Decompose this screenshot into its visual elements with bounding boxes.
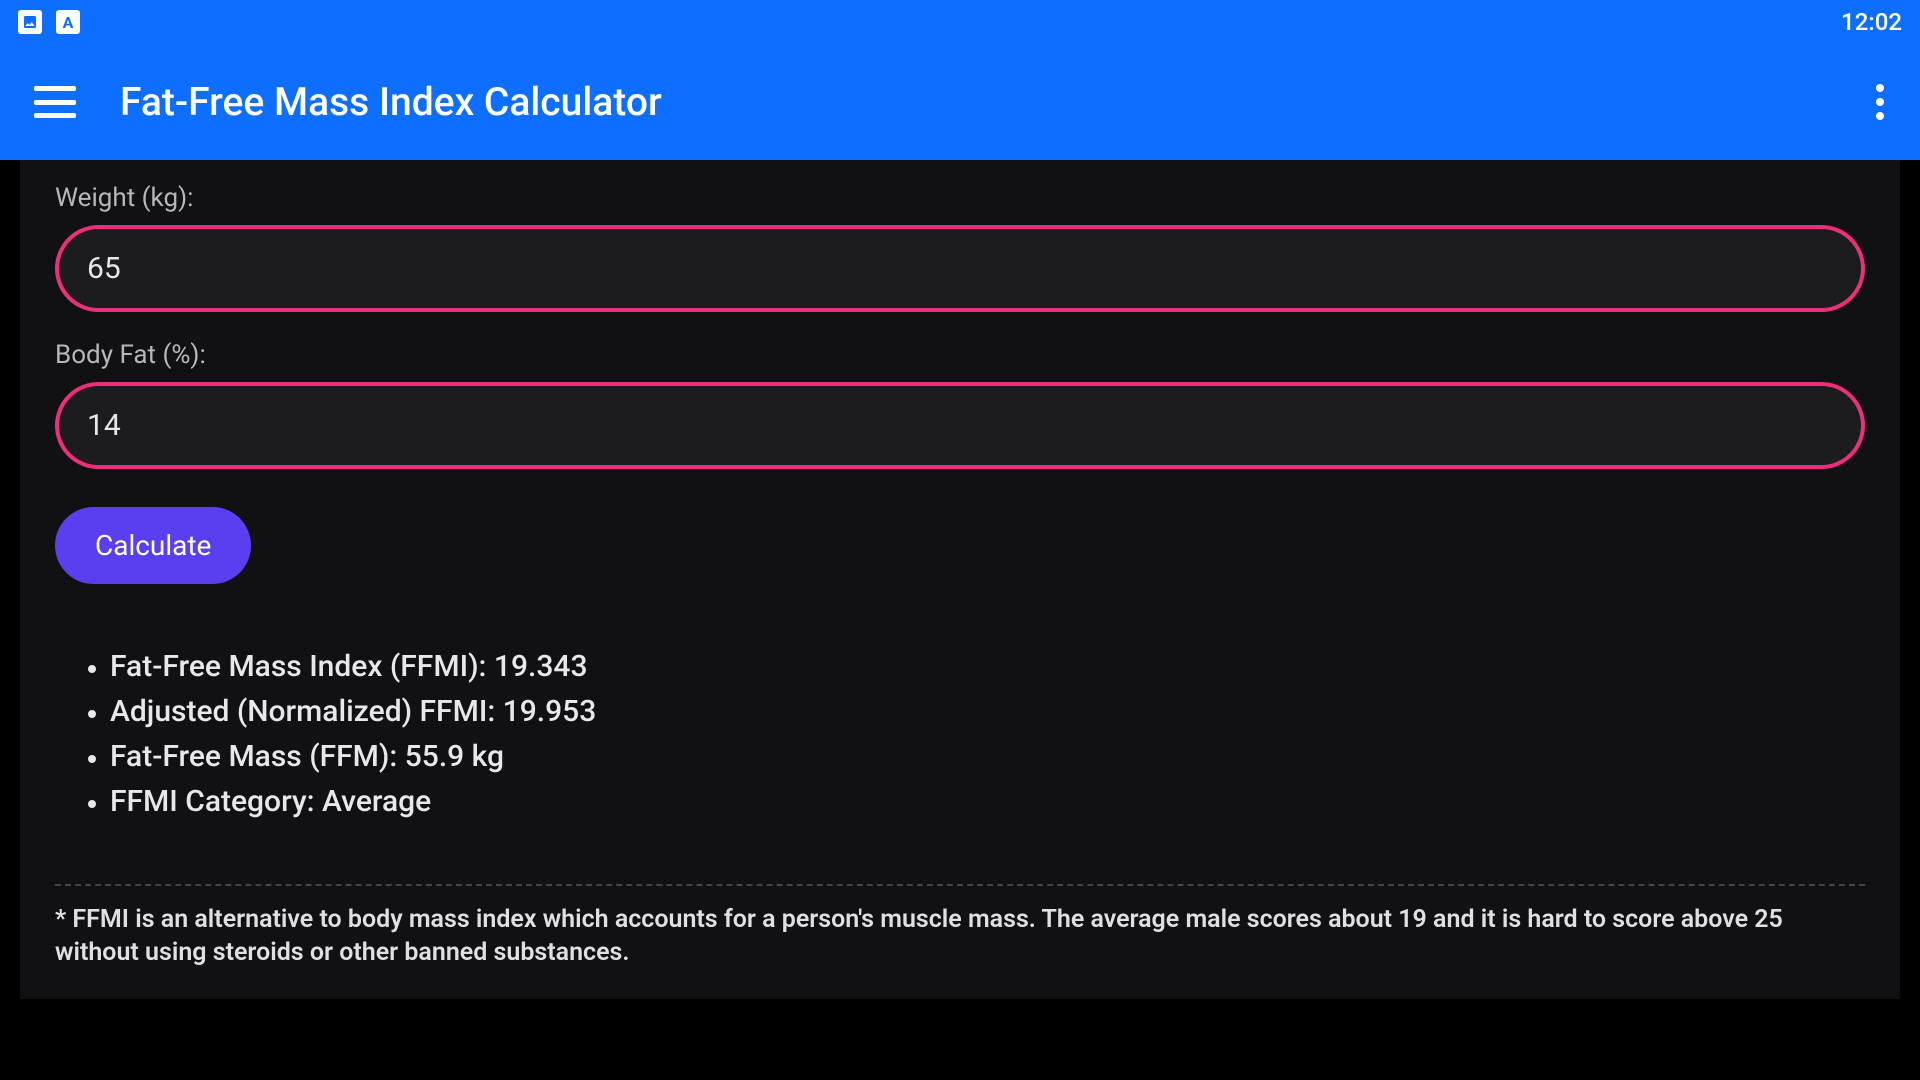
image-icon (18, 10, 42, 34)
results-list: Fat-Free Mass Index (FFMI): 19.343 Adjus… (55, 644, 1865, 824)
result-category: FFMI Category: Average (110, 779, 1865, 824)
app-bar: Fat-Free Mass Index Calculator (0, 44, 1920, 160)
page-title: Fat-Free Mass Index Calculator (120, 79, 1832, 125)
status-icons: A (18, 10, 80, 34)
calculate-button[interactable]: Calculate (55, 507, 251, 584)
bodyfat-input-container (55, 382, 1865, 469)
result-adjusted-ffmi: Adjusted (Normalized) FFMI: 19.953 (110, 689, 1865, 734)
weight-label: Weight (kg): (55, 183, 1865, 213)
menu-icon[interactable] (34, 86, 76, 118)
weight-input-container (55, 225, 1865, 312)
main-content: Weight (kg): Body Fat (%): Calculate Fat… (20, 160, 1900, 999)
app-icon: A (56, 10, 80, 34)
status-bar: A 12:02 (0, 0, 1920, 44)
divider (55, 884, 1865, 886)
bodyfat-label: Body Fat (%): (55, 340, 1865, 370)
more-options-icon[interactable] (1876, 84, 1886, 120)
result-ffmi: Fat-Free Mass Index (FFMI): 19.343 (110, 644, 1865, 689)
weight-input[interactable] (87, 251, 1833, 286)
bodyfat-input[interactable] (87, 408, 1833, 443)
result-ffm: Fat-Free Mass (FFM): 55.9 kg (110, 734, 1865, 779)
status-clock: 12:02 (1841, 8, 1902, 36)
footnote-text: * FFMI is an alternative to body mass in… (55, 904, 1865, 969)
